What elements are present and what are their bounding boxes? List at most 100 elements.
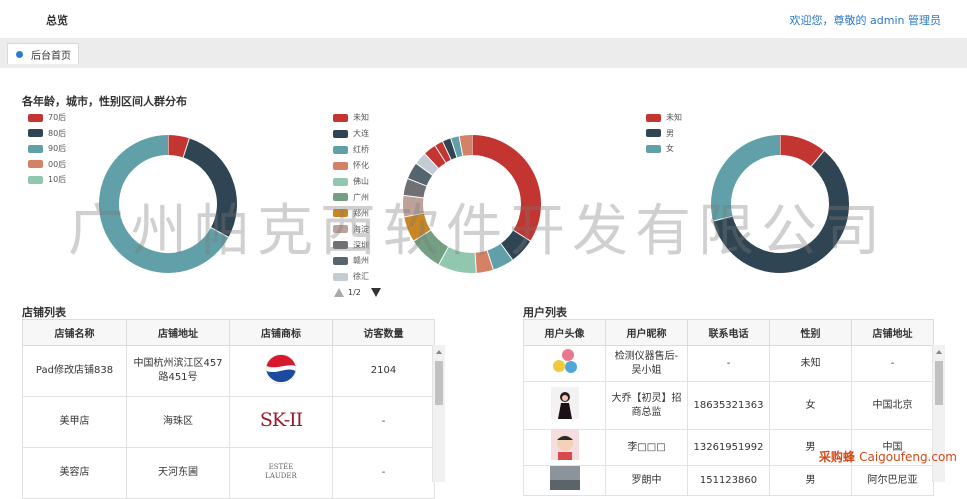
pepsi-logo-icon [265,353,297,384]
legend-item[interactable] [333,285,373,286]
legend-item[interactable]: 未知 [646,110,682,126]
donut-slice[interactable] [403,195,424,217]
donut-slice[interactable] [442,138,458,160]
donut-slice[interactable] [407,163,433,187]
table-row[interactable]: 美容店 天河东圃 ESTÉE LAUDER - [22,447,435,499]
store-list-title: 店铺列表 [22,306,66,319]
store-address: 中国杭州滨江区457路451号 [126,345,230,397]
column-header[interactable]: 用户昵称 [605,319,688,346]
legend-label: 女 [666,144,674,154]
legend-item[interactable]: 大连 [333,126,373,142]
donut-slice[interactable] [413,229,449,265]
column-header[interactable]: 店铺名称 [22,319,127,346]
page-up-icon[interactable] [334,288,344,297]
tab-home[interactable]: 后台首页 [7,43,79,64]
column-header[interactable]: 用户头像 [523,319,606,346]
legend-swatch [646,113,661,122]
table-row[interactable]: 检测仪器售后-吴小姐 - 未知 - [523,345,934,382]
scroll-thumb[interactable] [435,361,443,405]
page-down-icon[interactable] [370,288,381,297]
user-gender: 未知 [769,345,852,382]
donut-slice[interactable] [459,135,473,156]
legend-item[interactable]: 海淀 [333,221,373,237]
store-name: Pad修改店铺838 [22,345,127,397]
table-row[interactable]: 大乔【初灵】招商总监 18635321363 女 中国北京 [523,381,934,430]
legend-swatch [333,225,348,234]
legend-label: 郑州 [353,208,369,218]
store-name: 美容店 [22,447,127,499]
legend-label: 10后 [48,175,67,185]
legend-item[interactable]: 郑州 [333,205,373,221]
city-donut-chart [403,135,541,273]
donut-slice[interactable] [471,135,541,241]
legend-item[interactable]: 70后 [28,110,66,126]
donut-slice[interactable] [416,153,439,176]
legend-label: 男 [666,128,674,138]
donut-slice[interactable] [435,141,452,163]
legend-item[interactable]: 90后 [28,141,66,157]
legend-item[interactable]: 深圳 [333,237,373,253]
legend-swatch [333,145,348,154]
scroll-up-icon[interactable] [936,350,942,354]
column-header[interactable]: 联系电话 [687,319,770,346]
user-nickname: 李□□□ [605,429,688,466]
legend-item[interactable]: 广州 [333,189,373,205]
age-donut-chart [99,135,237,273]
table-row[interactable]: Pad修改店铺838 中国杭州滨江区457路451号 2104 [22,345,435,397]
column-header[interactable]: 访客数量 [332,319,435,346]
column-header[interactable]: 性别 [769,319,852,346]
legend-item[interactable]: 怀化 [333,158,373,174]
legend-item[interactable]: 80后 [28,126,66,142]
legend-swatch [333,256,348,265]
legend-swatch [333,161,348,170]
legend-item[interactable]: 徐汇 [333,269,373,285]
legend-label: 海淀 [353,224,369,234]
legend-label: 徐汇 [353,272,369,282]
legend-pager: 1/2 [334,288,381,297]
city-legend: 未知大连红桥 怀化 佛山 广州郑州海淀深圳 赣州徐汇 [333,110,373,286]
donut-slice[interactable] [779,135,824,167]
legend-item[interactable]: 佛山 [333,174,373,190]
column-header[interactable]: 店铺地址 [126,319,230,346]
gender-legend: 未知男女 [646,110,682,157]
donut-slice[interactable] [438,246,477,273]
scroll-up-icon[interactable] [436,350,442,354]
user-address: 中国北京 [851,381,934,430]
donut-slice[interactable] [182,138,237,238]
legend-swatch [28,113,43,122]
donut-slice[interactable] [167,135,190,158]
donut-slice[interactable] [711,135,781,222]
legend-label: 大连 [353,129,369,139]
balloons-avatar-icon [552,349,577,373]
column-header[interactable]: 店铺地址 [851,319,934,346]
legend-item[interactable]: 00后 [28,157,66,173]
donut-slice[interactable] [500,229,531,260]
donut-slice[interactable] [403,178,427,199]
donut-slice[interactable] [486,243,513,270]
legend-item[interactable]: 10后 [28,172,66,188]
legend-item[interactable]: 女 [646,141,682,157]
footer-logo: 采购蜂 Caigoufeng.com [819,448,957,465]
donut-slice[interactable] [424,145,446,169]
legend-swatch [333,241,348,250]
store-table-scrollbar[interactable] [432,345,445,482]
store-address: 海珠区 [126,396,230,448]
legend-item[interactable]: 未知 [333,110,373,126]
charts-section-title: 各年龄，城市，性别区间人群分布 [22,95,187,108]
user-table-header: 用户头像 用户昵称 联系电话 性别 店铺地址 [523,319,934,346]
donut-slice[interactable] [474,250,494,273]
table-row[interactable]: 美甲店 海珠区 SK-II - [22,396,435,448]
donut-slice[interactable] [404,212,431,241]
table-row[interactable]: 罗朗中 151123860 男 阿尔巴尼亚 [523,465,934,496]
tab-home-label: 后台首页 [31,50,71,62]
donut-slice[interactable] [450,136,463,158]
legend-item[interactable]: 红桥 [333,142,373,158]
user-avatar [523,381,606,430]
welcome-user-link[interactable]: 欢迎您，尊敬的 admin 管理员 [790,12,941,28]
column-header[interactable]: 店铺商标 [229,319,333,346]
user-phone: 151123860 [687,465,770,496]
scroll-thumb[interactable] [935,361,943,405]
legend-item[interactable]: 赣州 [333,253,373,269]
legend-item[interactable]: 男 [646,126,682,142]
tab-strip: 后台首页 [0,38,967,68]
